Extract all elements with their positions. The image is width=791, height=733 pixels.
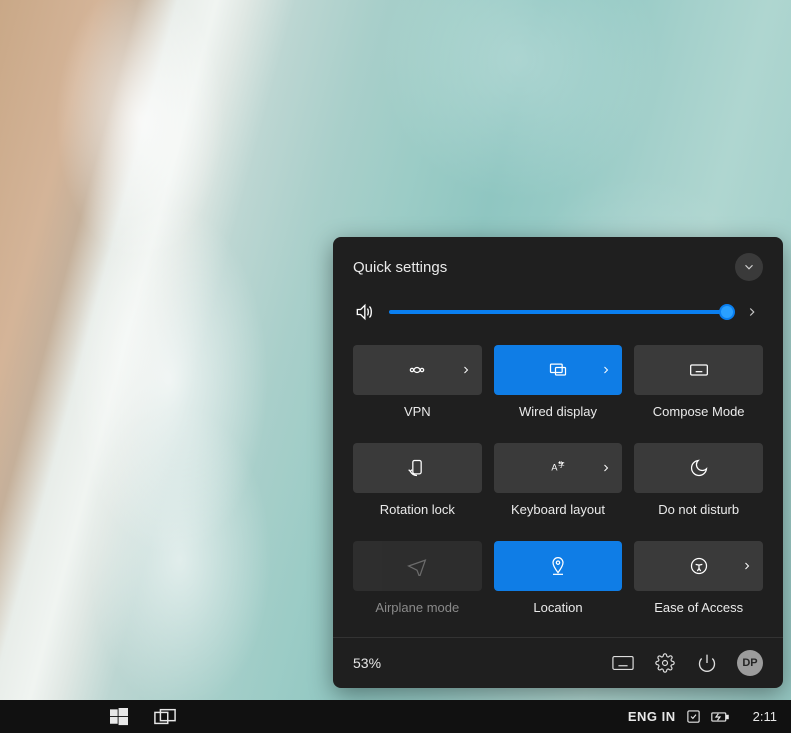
tile-compose-mode: Compose Mode bbox=[634, 345, 763, 433]
ease-of-access-label: Ease of Access bbox=[634, 600, 763, 615]
ime-indicator[interactable]: ENG IN bbox=[628, 709, 676, 724]
tile-ease-of-access: Ease of Access bbox=[634, 541, 763, 629]
vpn-button[interactable] bbox=[353, 345, 482, 395]
chevron-right-icon bbox=[600, 462, 612, 474]
volume-expand-button[interactable] bbox=[741, 301, 763, 323]
vpn-icon bbox=[406, 360, 428, 380]
user-avatar[interactable]: DP bbox=[737, 650, 763, 676]
collapse-button[interactable] bbox=[735, 253, 763, 281]
chevron-right-icon bbox=[460, 364, 472, 376]
tile-keyboard-layout: A字 Keyboard layout bbox=[494, 443, 623, 531]
chevron-right-icon bbox=[741, 560, 753, 572]
chevron-right-icon bbox=[745, 305, 759, 319]
keyboard-layout-button[interactable]: A字 bbox=[494, 443, 623, 493]
rotation-lock-icon bbox=[406, 458, 428, 478]
tray-sync-icon[interactable] bbox=[686, 709, 701, 724]
windows-logo-icon bbox=[110, 708, 128, 726]
display-icon bbox=[547, 360, 569, 380]
chevron-right-icon bbox=[600, 364, 612, 376]
airplane-mode-button bbox=[353, 541, 482, 591]
tile-airplane-mode: Airplane mode bbox=[353, 541, 482, 629]
panel-title: Quick settings bbox=[353, 259, 447, 276]
volume-slider[interactable] bbox=[389, 302, 727, 322]
location-label: Location bbox=[494, 600, 623, 615]
keyboard-icon bbox=[688, 360, 710, 380]
compose-mode-label: Compose Mode bbox=[634, 404, 763, 419]
chevron-down-icon bbox=[742, 260, 756, 274]
keyboard-layout-icon: A字 bbox=[547, 458, 569, 478]
wired-display-label: Wired display bbox=[494, 404, 623, 419]
vpn-label: VPN bbox=[353, 404, 482, 419]
gear-icon bbox=[655, 653, 675, 673]
power-button[interactable] bbox=[695, 651, 719, 675]
tile-location: Location bbox=[494, 541, 623, 629]
onscreen-keyboard-button[interactable] bbox=[611, 651, 635, 675]
rotation-lock-button[interactable] bbox=[353, 443, 482, 493]
task-view-icon bbox=[154, 708, 176, 726]
ease-of-access-button[interactable] bbox=[634, 541, 763, 591]
airplane-mode-label: Airplane mode bbox=[353, 600, 482, 615]
rotation-lock-label: Rotation lock bbox=[353, 502, 482, 517]
quick-settings-panel: Quick settings VPN Wired display Compose M… bbox=[333, 237, 783, 688]
airplane-icon bbox=[406, 556, 428, 576]
moon-icon bbox=[688, 458, 710, 478]
sync-icon bbox=[686, 709, 701, 724]
desktop-wallpaper: Quick settings VPN Wired display Compose M… bbox=[0, 0, 791, 733]
taskbar-clock[interactable]: 2:11 bbox=[753, 709, 777, 724]
taskbar: ENG IN 2:11 bbox=[0, 700, 791, 733]
compose-mode-button[interactable] bbox=[634, 345, 763, 395]
ease-of-access-icon bbox=[688, 556, 710, 576]
do-not-disturb-label: Do not disturb bbox=[634, 502, 763, 517]
wired-display-button[interactable] bbox=[494, 345, 623, 395]
panel-footer: 53% DP bbox=[333, 637, 783, 688]
volume-row bbox=[333, 291, 783, 345]
location-icon bbox=[547, 556, 569, 576]
tile-do-not-disturb: Do not disturb bbox=[634, 443, 763, 531]
power-icon bbox=[697, 653, 717, 673]
settings-button[interactable] bbox=[653, 651, 677, 675]
battery-charging-icon bbox=[711, 711, 729, 723]
keyboard-icon bbox=[612, 655, 634, 671]
tile-wired-display: Wired display bbox=[494, 345, 623, 433]
tile-rotation-lock: Rotation lock bbox=[353, 443, 482, 531]
location-button[interactable] bbox=[494, 541, 623, 591]
tile-vpn: VPN bbox=[353, 345, 482, 433]
start-button[interactable] bbox=[110, 708, 128, 726]
battery-percent: 53% bbox=[353, 655, 381, 671]
do-not-disturb-button[interactable] bbox=[634, 443, 763, 493]
panel-header: Quick settings bbox=[333, 237, 783, 291]
tiles-grid: VPN Wired display Compose Mode Rotation loc… bbox=[333, 345, 783, 637]
task-view-button[interactable] bbox=[154, 708, 176, 726]
keyboard-layout-label: Keyboard layout bbox=[494, 502, 623, 517]
tray-battery-icon[interactable] bbox=[711, 711, 729, 723]
volume-icon bbox=[353, 302, 375, 322]
